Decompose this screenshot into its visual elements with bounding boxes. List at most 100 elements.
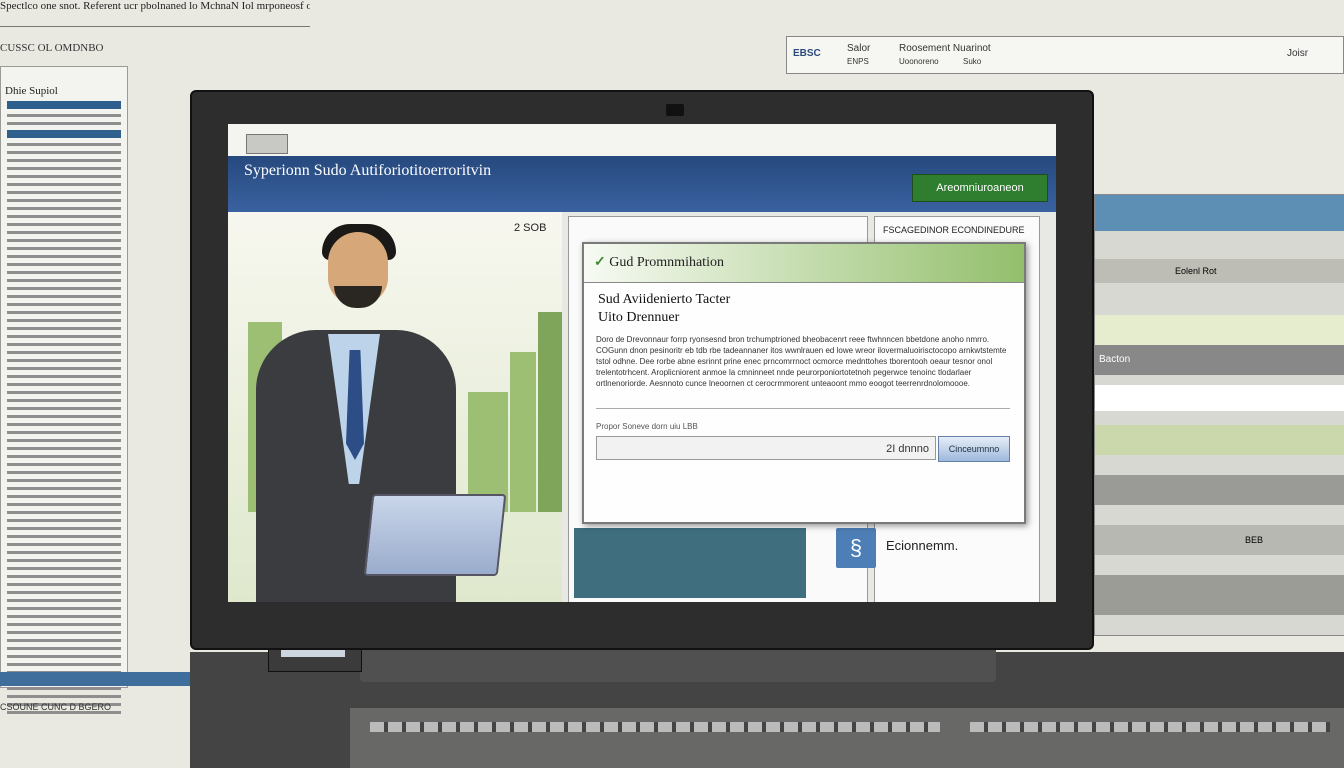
left-doc-line	[7, 495, 121, 498]
dialog-header: ✓ Gud Promnmihation	[584, 244, 1024, 283]
monitor-foot	[360, 646, 996, 682]
desk-front	[350, 708, 1344, 768]
left-doc-bar	[7, 101, 121, 109]
left-doc-line	[7, 631, 121, 634]
banner-title: Syperionn Sudo Autiforiotitoerroritvin	[244, 162, 492, 179]
left-doc-line	[7, 623, 121, 626]
right-panel-label3: BEB	[1095, 525, 1344, 555]
left-doc-line	[7, 375, 121, 378]
back-button[interactable]	[246, 134, 288, 154]
left-doc-line	[7, 695, 121, 698]
left-doc-bar	[7, 130, 121, 138]
left-doc-line	[7, 511, 121, 514]
authenticate-button[interactable]: Areomniuroaneon	[912, 174, 1048, 202]
sub-caption: CUSSC OL OMDNBO	[0, 42, 104, 54]
left-doc-line	[7, 487, 121, 490]
left-doc-line	[7, 383, 121, 386]
left-doc-line	[7, 607, 121, 610]
left-doc-line	[7, 287, 121, 290]
middle-chart	[574, 528, 806, 598]
left-doc-line	[7, 114, 121, 117]
left-doc-line	[7, 122, 121, 125]
right-background-panel: Eolenl Rot Bacton BEB	[1094, 194, 1344, 636]
left-doc-line	[7, 167, 121, 170]
right-panel-label: FSCAGEDINOR ECONDINEDURE	[883, 225, 1025, 235]
left-doc-line	[7, 399, 121, 402]
left-doc-line	[7, 455, 121, 458]
right-panel-label1: Eolenl Rot	[1095, 259, 1344, 283]
left-doc-line	[7, 407, 121, 410]
left-doc-line	[7, 143, 121, 146]
dialog-divider	[596, 408, 1010, 409]
app-toolbar	[228, 124, 1056, 157]
left-document: Dhie Supiol	[0, 66, 128, 714]
left-doc-line	[7, 647, 121, 650]
building-shape	[510, 352, 536, 512]
right-panel-stripe	[1095, 315, 1344, 345]
left-doc-line	[7, 591, 121, 594]
left-doc-line	[7, 327, 121, 330]
left-doc-line	[7, 431, 121, 434]
right-header-logo: EBSC	[793, 48, 821, 59]
right-panel-stripe	[1095, 425, 1344, 455]
left-doc-line	[7, 247, 121, 250]
webcam-icon	[666, 104, 684, 116]
eco-label[interactable]: Ecionnemm.	[886, 538, 958, 553]
left-doc-line	[7, 535, 121, 538]
right-header-section2-sub: Uoonoreno	[899, 57, 939, 66]
left-doc-line	[7, 663, 121, 666]
left-doc-line	[7, 575, 121, 578]
left-doc-line	[7, 439, 121, 442]
left-doc-line	[7, 359, 121, 362]
left-doc-line	[7, 183, 121, 186]
check-icon: ✓	[594, 255, 610, 270]
left-doc-line	[7, 415, 121, 418]
left-footer: CSOUNE CUNC D BGERO	[0, 702, 112, 712]
dialog-subtitle-1: Sud Aviidenierto Tacter	[598, 292, 731, 307]
right-panel-stripe	[1095, 575, 1344, 615]
left-doc-line	[7, 655, 121, 658]
left-doc-line	[7, 447, 121, 450]
scene-label: 2 SOB	[514, 222, 547, 234]
left-doc-line	[7, 311, 121, 314]
left-doc-line	[7, 551, 121, 554]
building-shape	[538, 312, 562, 512]
left-doc-line	[7, 639, 121, 642]
left-doc-line	[7, 567, 121, 570]
left-blue-strip	[0, 672, 200, 686]
left-doc-line	[7, 159, 121, 162]
monitor-screen: Syperionn Sudo Autiforiotitoerroritvin A…	[228, 124, 1056, 602]
left-doc-line	[7, 263, 121, 266]
left-doc-line	[7, 151, 121, 154]
top-caption: Spectlco one snot. Referent ucr pbolnane…	[0, 0, 310, 27]
dialog-body-text: Doro de Drevonnaur forrp ryonsesnd bron …	[596, 335, 1007, 388]
left-doc-line	[7, 559, 121, 562]
left-doc-line	[7, 207, 121, 210]
code-input[interactable]: 2I dnnno	[596, 436, 936, 460]
right-header-panel: EBSC Salor ENPS Roosement Nuarinot Uoono…	[786, 36, 1344, 74]
left-doc-line	[7, 599, 121, 602]
left-doc-line	[7, 543, 121, 546]
left-doc-line	[7, 687, 121, 690]
left-doc-line	[7, 175, 121, 178]
right-panel-stripe	[1095, 195, 1344, 231]
submit-button[interactable]: Cinceumnno	[938, 436, 1010, 462]
swirl-icon[interactable]: §	[836, 528, 876, 568]
left-doc-line	[7, 295, 121, 298]
left-doc-line	[7, 503, 121, 506]
left-doc-line	[7, 191, 121, 194]
left-doc-line	[7, 391, 121, 394]
left-doc-line	[7, 479, 121, 482]
left-doc-line	[7, 343, 121, 346]
code-field-label: Propor Soneve dorn uiu LBB	[596, 422, 698, 431]
dialog-title: Gud Promnmihation	[609, 255, 724, 270]
left-doc-line	[7, 471, 121, 474]
left-doc-line	[7, 351, 121, 354]
left-doc-line	[7, 519, 121, 522]
dialog-title-wrap: ✓ Gud Promnmihation	[594, 254, 724, 271]
left-doc-line	[7, 199, 121, 202]
right-header-section4: Joisr	[1287, 48, 1309, 59]
left-doc-line	[7, 335, 121, 338]
left-doc-line	[7, 303, 121, 306]
left-doc-line	[7, 615, 121, 618]
